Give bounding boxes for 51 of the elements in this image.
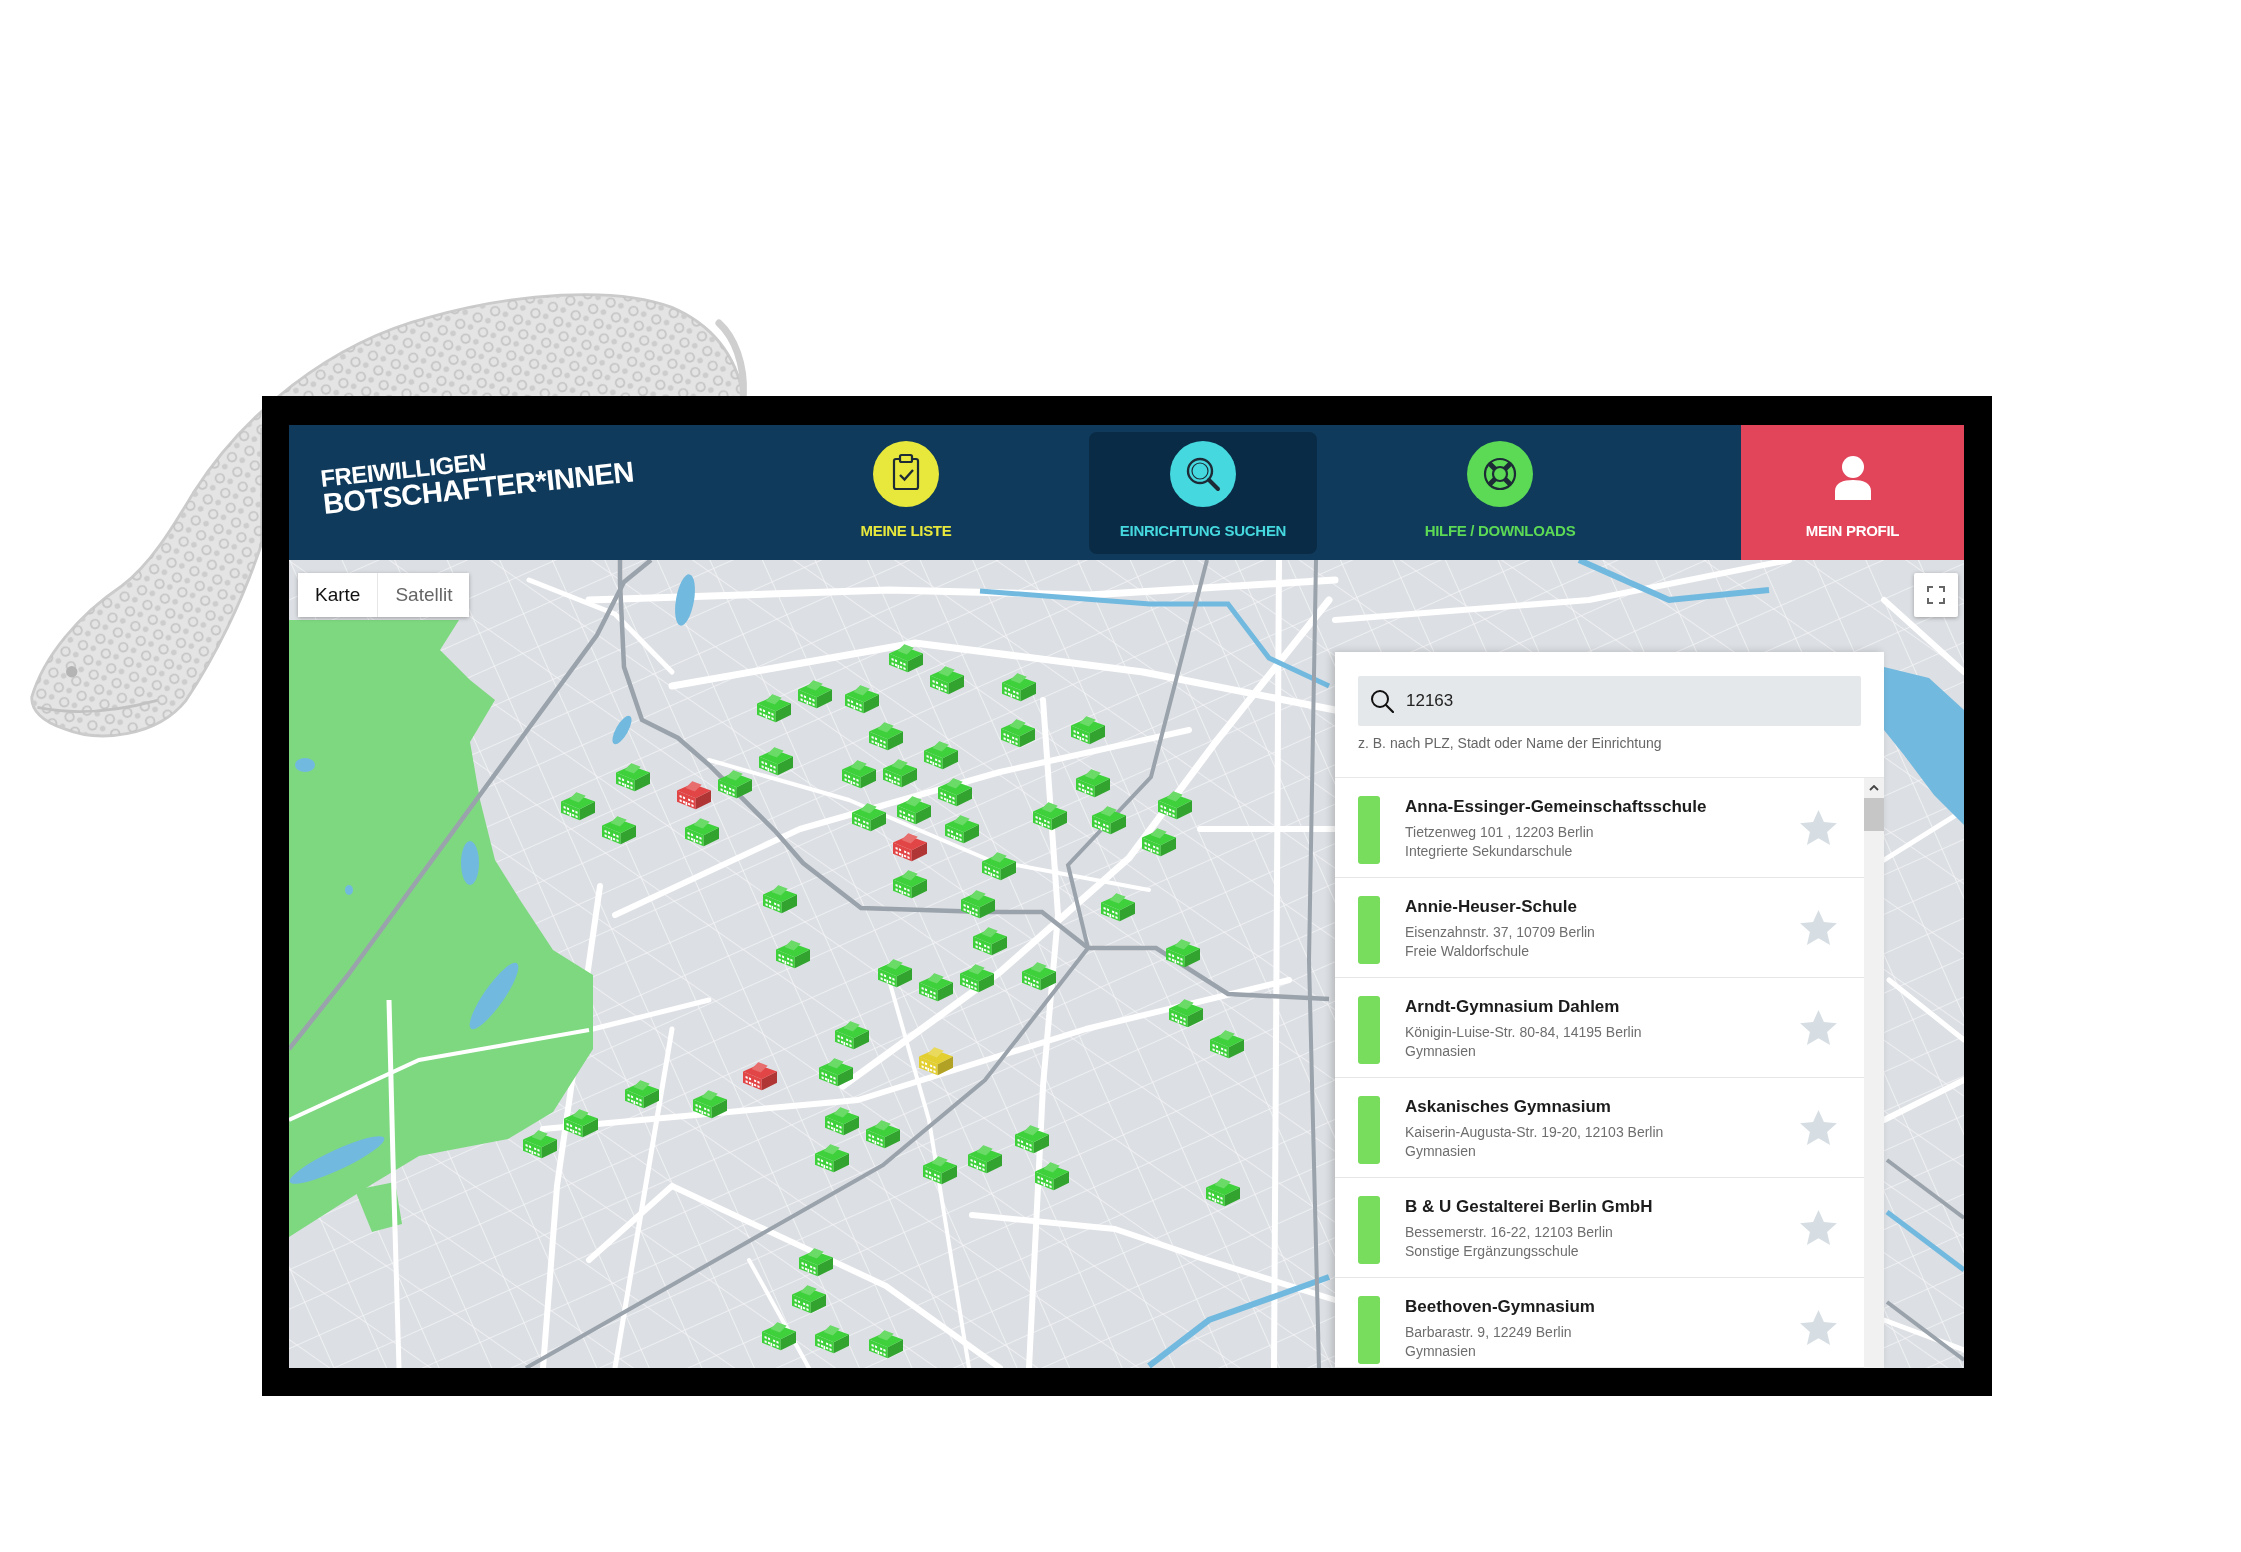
school-address: Bessemerstr. 16-22, 12103 Berlin (1405, 1223, 1614, 1242)
profile-button[interactable]: MEIN PROFIL (1741, 425, 1964, 560)
result-item[interactable]: Arndt-Gymnasium Dahlem Königin-Luise-Str. 80-84, 14195 Berlin Gymnasien (1335, 978, 1864, 1078)
school-type: Gymnasien (1405, 1342, 1477, 1361)
lake (675, 574, 695, 626)
school-address: Königin-Luise-Str. 80-84, 14195 Berlin (1405, 1023, 1643, 1042)
result-item[interactable]: Annie-Heuser-Schule Eisenzahnstr. 37, 10709 Berlin Freie Waldorfschule (1335, 878, 1864, 978)
school-type: Gymnasien (1405, 1042, 1477, 1061)
fullscreen-icon (1927, 586, 1945, 604)
star-icon[interactable] (1800, 1210, 1837, 1245)
school-name: Askanisches Gymnasium (1405, 1097, 1612, 1117)
search-field[interactable]: 12163 (1358, 676, 1861, 726)
scrollbar-track[interactable] (1864, 778, 1884, 1368)
result-item[interactable]: Anna-Essinger-Gemeinschaftsschule Tietzenweg 101 , 12203 Berlin Integrierte Sekundarschule (1335, 778, 1864, 878)
school-type: Sonstige Ergänzungsschule (1405, 1242, 1580, 1261)
school-address: Kaiserin-Augusta-Str. 19-20, 12103 Berlin (1405, 1123, 1665, 1142)
search-hint: z. B. nach PLZ, Stadt oder Name der Einrichtung (1358, 734, 1663, 752)
scrollbar-thumb[interactable] (1864, 798, 1884, 831)
star-icon[interactable] (1800, 1010, 1837, 1045)
person-icon (1832, 456, 1873, 500)
map-type-tab[interactable]: Satellit (378, 573, 470, 617)
star-icon[interactable] (1800, 1310, 1837, 1345)
result-item[interactable]: B & U Gestalterei Berlin GmbH Bessemerstr. 16-22, 12103 Berlin Sonstige Ergänzungsschule (1335, 1178, 1864, 1278)
school-address: Eisenzahnstr. 37, 10709 Berlin (1405, 923, 1596, 942)
result-item[interactable]: Askanisches Gymnasium Kaiserin-Augusta-Str. 19-20, 12103 Berlin Gymnasien (1335, 1078, 1864, 1178)
school-name: Beethoven-Gymnasium (1405, 1297, 1596, 1317)
lake (345, 885, 353, 895)
school-name: B & U Gestalterei Berlin GmbH (1405, 1197, 1654, 1217)
map-type-tab[interactable]: Karte (298, 573, 379, 617)
nav-tab[interactable]: MEINE LISTE (792, 431, 1020, 554)
school-name: Anna-Essinger-Gemeinschaftsschule (1405, 797, 1708, 817)
school-type: Freie Waldorfschule (1405, 942, 1530, 961)
nav-tab[interactable]: EINRICHTUNG SUCHEN (1089, 431, 1317, 554)
lake (469, 962, 519, 1030)
search-icon (1370, 689, 1394, 713)
nav-tab[interactable]: HILFE / DOWNLOADS (1386, 431, 1614, 554)
star-icon[interactable] (1800, 810, 1837, 845)
lake (461, 841, 479, 885)
caret-up-icon[interactable] (1869, 785, 1879, 791)
school-type: Gymnasien (1405, 1142, 1477, 1161)
star-icon[interactable] (1800, 910, 1837, 945)
school-address: Tietzenweg 101 , 12203 Berlin (1405, 823, 1595, 842)
star-icon[interactable] (1800, 1110, 1837, 1145)
school-name: Arndt-Gymnasium Dahlem (1405, 997, 1621, 1017)
result-item[interactable]: Beethoven-Gymnasium Barbarastr. 9, 12249 Berlin Gymnasien (1335, 1278, 1864, 1368)
school-address: Barbarastr. 9, 12249 Berlin (1405, 1323, 1573, 1342)
school-name: Annie-Heuser-Schule (1405, 897, 1578, 917)
fullscreen-button[interactable] (1914, 573, 1958, 617)
lake (612, 715, 632, 745)
lake (295, 758, 315, 772)
school-type: Integrierte Sekundarschule (1405, 842, 1574, 861)
